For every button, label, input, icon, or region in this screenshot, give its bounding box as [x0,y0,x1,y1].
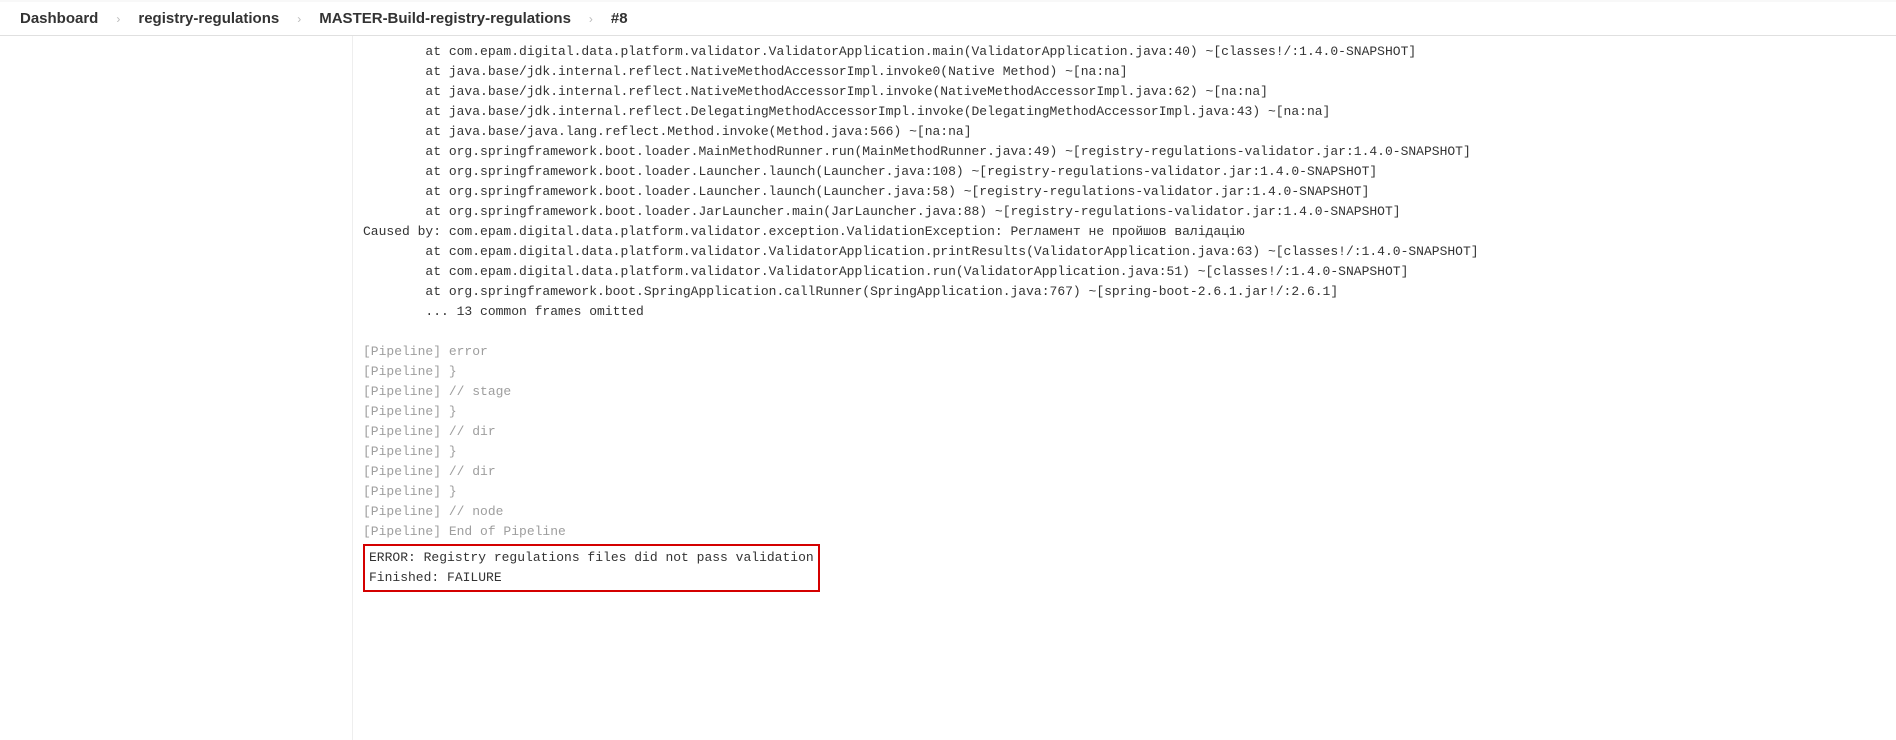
stack-line: Caused by: com.epam.digital.data.platfor… [363,224,1245,239]
stack-line: at java.base/jdk.internal.reflect.Native… [363,64,1128,79]
chevron-right-icon: › [116,12,120,26]
stack-line: at java.base/java.lang.reflect.Method.in… [363,124,972,139]
pipeline-line: [Pipeline] // dir [363,464,496,479]
sidebar [0,36,353,740]
error-line: ERROR: Registry regulations files did no… [369,550,814,565]
stack-line: at java.base/jdk.internal.reflect.Delega… [363,104,1330,119]
breadcrumb-dashboard[interactable]: Dashboard [20,10,98,27]
chevron-right-icon: › [297,12,301,26]
chevron-right-icon: › [589,12,593,26]
stack-line: at org.springframework.boot.loader.JarLa… [363,204,1401,219]
breadcrumb-build[interactable]: #8 [611,10,628,27]
pipeline-line: [Pipeline] error [363,344,488,359]
pipeline-line: [Pipeline] } [363,444,457,459]
stack-line: at org.springframework.boot.loader.Launc… [363,184,1369,199]
pipeline-line: [Pipeline] // dir [363,424,496,439]
stack-line: at com.epam.digital.data.platform.valida… [363,44,1416,59]
breadcrumb: Dashboard › registry-regulations › MASTE… [0,2,1896,36]
stack-line: at org.springframework.boot.loader.Launc… [363,164,1377,179]
stack-line: at java.base/jdk.internal.reflect.Native… [363,84,1268,99]
stack-line: at com.epam.digital.data.platform.valida… [363,244,1479,259]
pipeline-line: [Pipeline] End of Pipeline [363,524,566,539]
stack-line: at org.springframework.boot.loader.MainM… [363,144,1471,159]
error-highlight-box: ERROR: Registry regulations files did no… [363,544,820,592]
finished-line: Finished: FAILURE [369,570,502,585]
console-output: at com.epam.digital.data.platform.valida… [353,36,1896,740]
pipeline-line: [Pipeline] } [363,364,457,379]
stack-line: at com.epam.digital.data.platform.valida… [363,264,1408,279]
pipeline-line: [Pipeline] } [363,484,457,499]
breadcrumb-folder[interactable]: registry-regulations [138,10,279,27]
pipeline-line: [Pipeline] // node [363,504,503,519]
stack-line: ... 13 common frames omitted [363,304,644,319]
pipeline-line: [Pipeline] // stage [363,384,511,399]
pipeline-line: [Pipeline] } [363,404,457,419]
breadcrumb-job[interactable]: MASTER-Build-registry-regulations [319,10,571,27]
stack-line: at org.springframework.boot.SpringApplic… [363,284,1338,299]
